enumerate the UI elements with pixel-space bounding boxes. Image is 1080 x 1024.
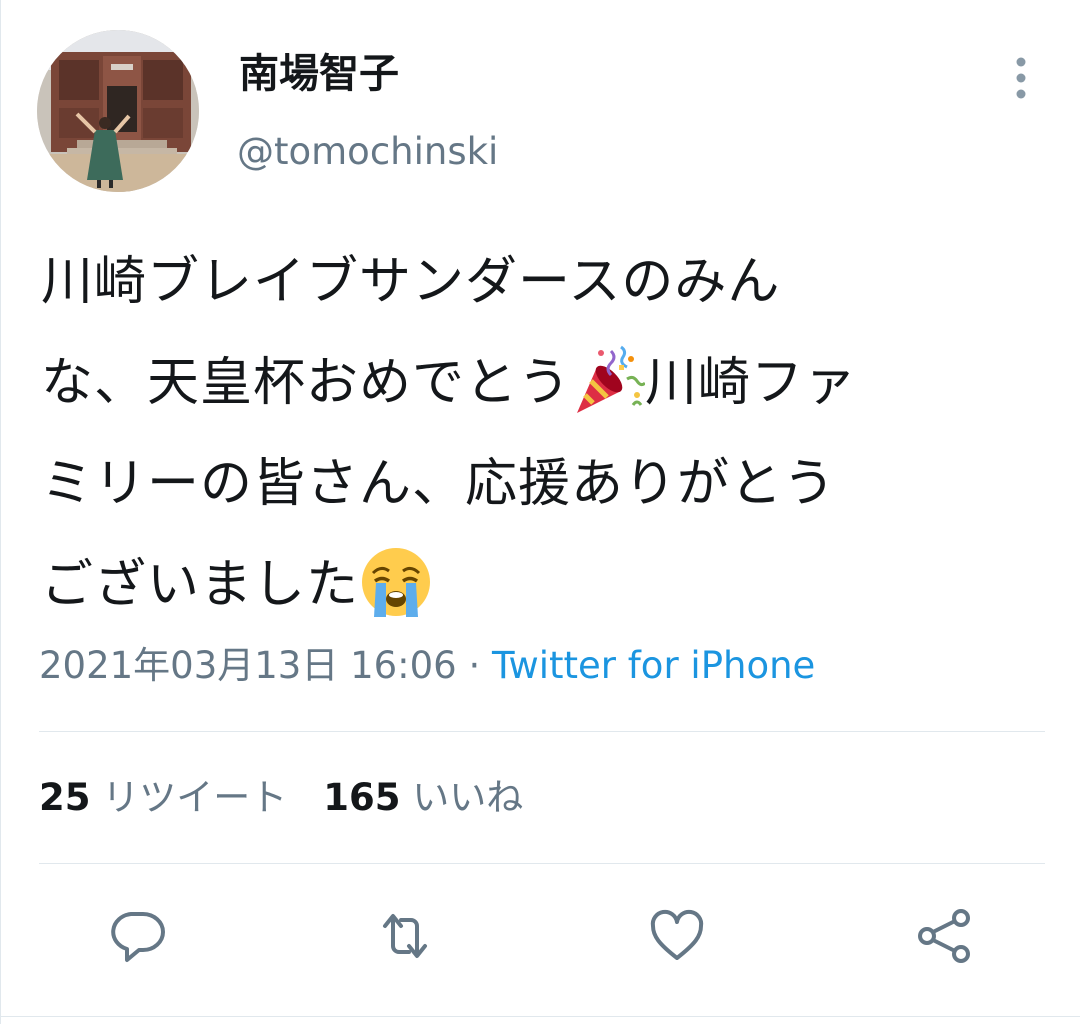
tweet-detail: 南場智子 @tomochinski 川崎ブレイブサンダースのみん な、天皇杯おめ… bbox=[0, 0, 1080, 1024]
tweet-text-line-2: な、天皇杯おめでとう 川崎ファ bbox=[41, 333, 1051, 434]
retweets-stat[interactable]: 25 リツイート bbox=[39, 776, 287, 819]
retweets-label: リツイート bbox=[102, 776, 288, 819]
like-icon[interactable] bbox=[647, 906, 707, 966]
tweet-text-line-4: ございました bbox=[41, 535, 1051, 636]
avatar-photo bbox=[37, 30, 199, 192]
tweet-text-line-1: 川崎ブレイブサンダースのみん bbox=[41, 252, 781, 312]
tweet-text-line-4a: ございました bbox=[41, 555, 360, 615]
source-link[interactable]: Twitter for iPhone bbox=[492, 644, 815, 687]
tweet-stats: 25 リツイート 165 いいね bbox=[39, 772, 523, 824]
party-popper-icon bbox=[577, 345, 646, 413]
display-name[interactable]: 南場智子 bbox=[239, 46, 399, 102]
tweet-text-line-2a: な、天皇杯おめでとう bbox=[41, 353, 572, 413]
reply-icon[interactable] bbox=[107, 906, 167, 966]
loudly-crying-face-icon bbox=[362, 548, 431, 617]
avatar[interactable] bbox=[37, 30, 199, 192]
divider-top bbox=[39, 731, 1045, 732]
likes-count: 165 bbox=[323, 776, 401, 819]
retweets-count: 25 bbox=[39, 776, 91, 819]
timestamp[interactable]: 2021年03月13日 16:06 bbox=[39, 644, 457, 687]
share-icon[interactable] bbox=[915, 906, 975, 966]
more-options-icon[interactable] bbox=[1001, 52, 1041, 104]
likes-stat[interactable]: 165 いいね bbox=[323, 776, 523, 819]
tweet-text: 川崎ブレイブサンダースのみん な、天皇杯おめでとう 川崎ファ ミリーの皆さん、応… bbox=[41, 232, 1051, 636]
meta-separator: · bbox=[456, 644, 493, 687]
retweet-icon[interactable] bbox=[375, 906, 435, 966]
tweet-meta: 2021年03月13日 16:06 · Twitter for iPhone bbox=[39, 640, 815, 692]
tweet-text-line-2b: 川崎ファ bbox=[645, 353, 858, 413]
divider-bottom bbox=[39, 863, 1045, 864]
likes-label: いいね bbox=[412, 776, 524, 819]
user-handle[interactable]: @tomochinski bbox=[237, 126, 498, 178]
tweet-text-line-3: ミリーの皆さん、応援ありがとう bbox=[41, 454, 837, 514]
bottom-border bbox=[1, 1016, 1080, 1017]
